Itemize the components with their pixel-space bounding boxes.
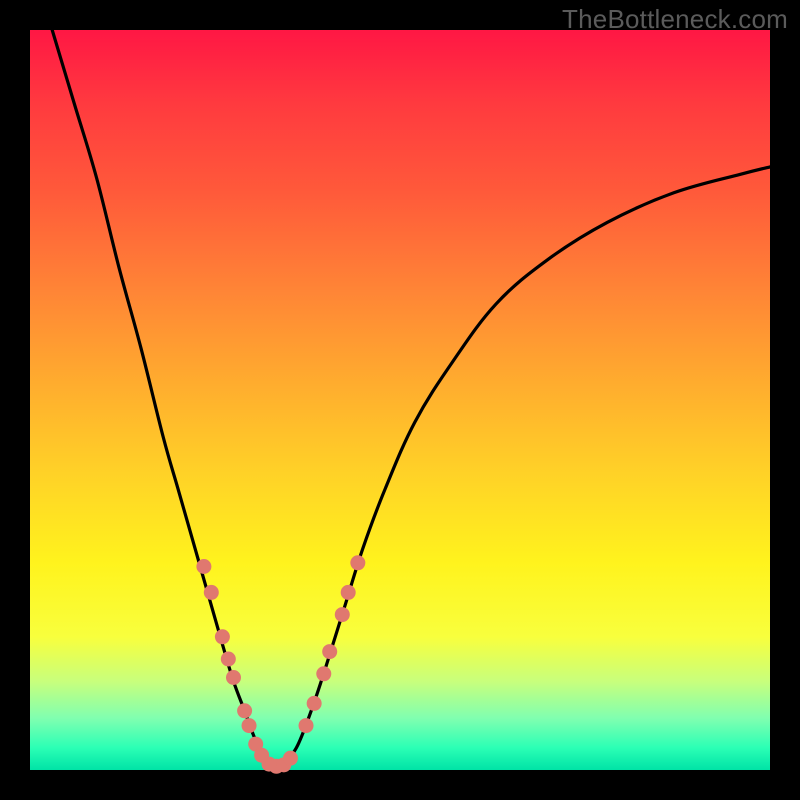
marker-dot — [350, 555, 365, 570]
curve-left — [52, 30, 274, 766]
marker-dot — [316, 666, 331, 681]
marker-dot — [196, 559, 211, 574]
marker-dot — [215, 629, 230, 644]
marker-dot — [221, 652, 236, 667]
marker-dot — [341, 585, 356, 600]
curve-svg — [30, 30, 770, 770]
markers-group — [196, 555, 365, 774]
watermark-text: TheBottleneck.com — [562, 4, 788, 35]
marker-dot — [237, 703, 252, 718]
marker-dot — [322, 644, 337, 659]
curve-right — [282, 167, 770, 766]
marker-dot — [242, 718, 257, 733]
plot-area — [30, 30, 770, 770]
marker-dot — [307, 696, 322, 711]
marker-dot — [204, 585, 219, 600]
marker-dot — [299, 718, 314, 733]
marker-dot — [335, 607, 350, 622]
chart-frame: TheBottleneck.com — [0, 0, 800, 800]
marker-dot — [283, 751, 298, 766]
marker-dot — [226, 670, 241, 685]
